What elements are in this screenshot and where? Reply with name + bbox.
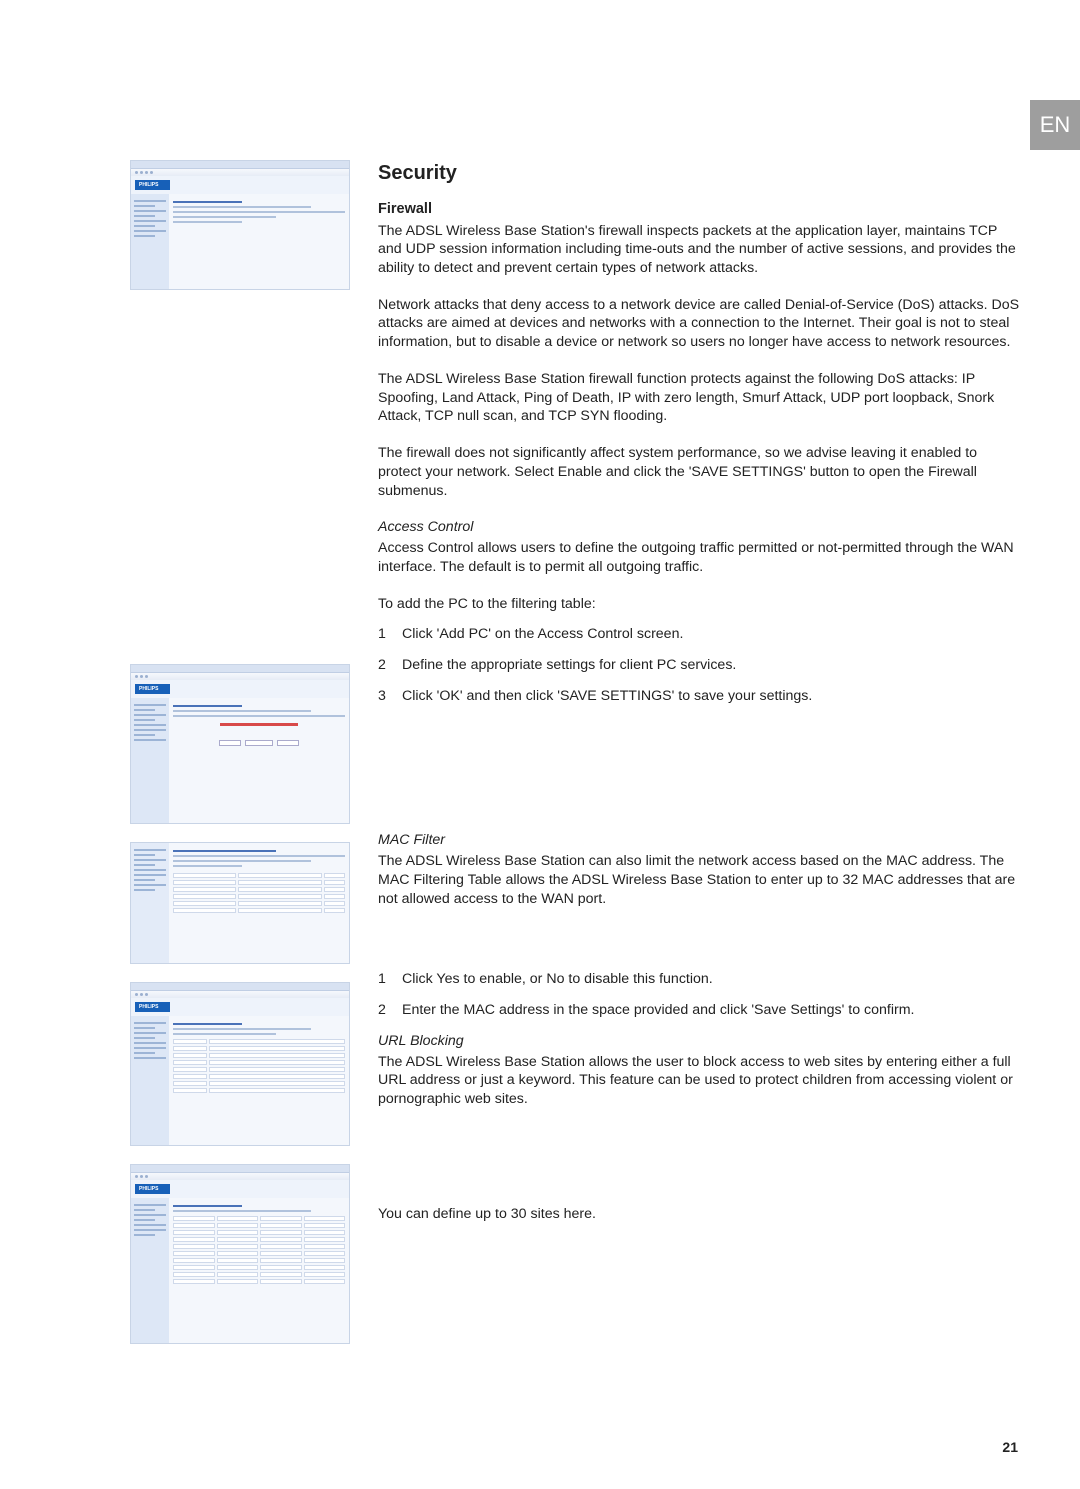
- access-control-addpc-screenshot: [130, 842, 350, 964]
- firewall-para-2: Network attacks that deny access to a ne…: [378, 296, 1020, 352]
- step-item: 3Click 'OK' and then click 'SAVE SETTING…: [378, 687, 1020, 706]
- url-blocking-heading: URL Blocking: [378, 1032, 1020, 1051]
- section-title: Security: [378, 160, 1020, 186]
- step-text: Click 'OK' and then click 'SAVE SETTINGS…: [402, 687, 812, 706]
- access-control-heading: Access Control: [378, 518, 1020, 537]
- language-tab: EN: [1030, 100, 1080, 150]
- mac-filter-heading: MAC Filter: [378, 831, 1020, 850]
- brand-label: PHILIPS: [135, 1184, 170, 1194]
- step-text: Define the appropriate settings for clie…: [402, 656, 736, 675]
- step-text: Click 'Add PC' on the Access Control scr…: [402, 625, 683, 644]
- screenshot-column: PHILIPS PHILIPS: [130, 160, 350, 1344]
- brand-label: PHILIPS: [135, 180, 170, 190]
- brand-label: PHILIPS: [135, 1002, 170, 1012]
- url-blocking-para-2: You can define up to 30 sites here.: [378, 1205, 1020, 1224]
- page-content: PHILIPS PHILIPS: [130, 160, 1020, 1344]
- page-number: 21: [1002, 1439, 1018, 1455]
- step-item: 1Click 'Add PC' on the Access Control sc…: [378, 625, 1020, 644]
- firewall-heading: Firewall: [378, 200, 1020, 219]
- firewall-para-3: The ADSL Wireless Base Station firewall …: [378, 370, 1020, 426]
- url-blocking-para-1: The ADSL Wireless Base Station allows th…: [378, 1053, 1020, 1109]
- access-control-screenshot: PHILIPS: [130, 664, 350, 824]
- firewall-para-4: The firewall does not significantly affe…: [378, 444, 1020, 500]
- mac-filter-screenshot: PHILIPS: [130, 982, 350, 1146]
- access-control-steps: 1Click 'Add PC' on the Access Control sc…: [378, 625, 1020, 705]
- access-control-para: Access Control allows users to define th…: [378, 539, 1020, 576]
- firewall-settings-screenshot: PHILIPS: [130, 160, 350, 290]
- step-item: 1Click Yes to enable, or No to disable t…: [378, 970, 1020, 989]
- step-text: Enter the MAC address in the space provi…: [402, 1001, 914, 1020]
- step-text: Click Yes to enable, or No to disable th…: [402, 970, 713, 989]
- url-blocking-screenshot: PHILIPS: [130, 1164, 350, 1344]
- step-item: 2Define the appropriate settings for cli…: [378, 656, 1020, 675]
- mac-filter-steps: 1Click Yes to enable, or No to disable t…: [378, 970, 1020, 1019]
- step-item: 2Enter the MAC address in the space prov…: [378, 1001, 1020, 1020]
- text-column: Security Firewall The ADSL Wireless Base…: [378, 160, 1020, 1344]
- brand-label: PHILIPS: [135, 684, 170, 694]
- mac-filter-para: The ADSL Wireless Base Station can also …: [378, 852, 1020, 908]
- firewall-para-1: The ADSL Wireless Base Station's firewal…: [378, 222, 1020, 278]
- access-control-lead: To add the PC to the filtering table:: [378, 595, 1020, 614]
